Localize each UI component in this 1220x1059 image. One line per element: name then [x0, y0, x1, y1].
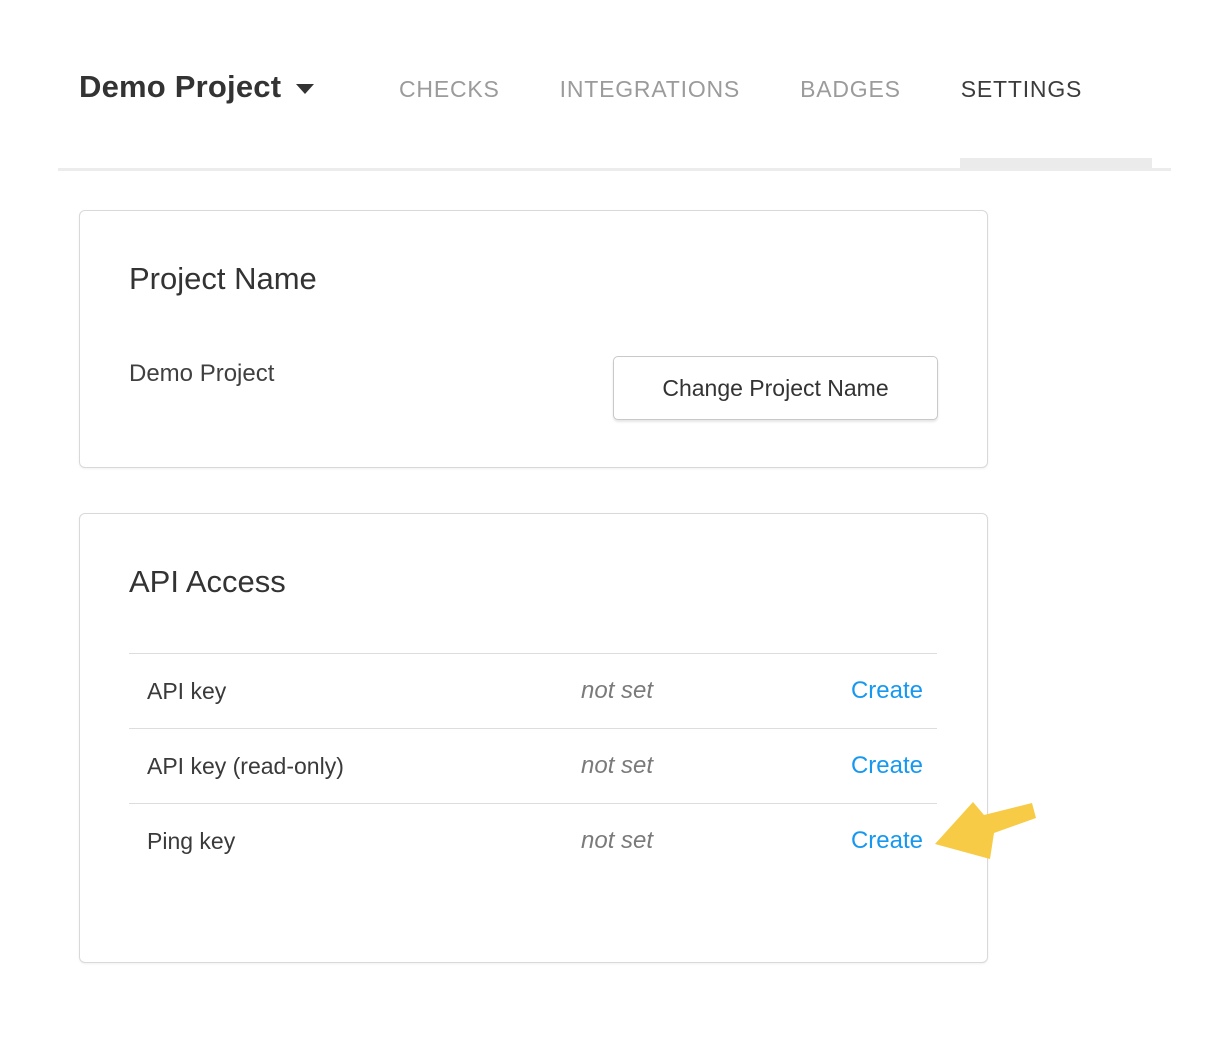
project-title: Demo Project: [79, 69, 281, 105]
api-access-card: API Access API key not set Create API ke…: [79, 513, 988, 963]
top-nav: CHECKS INTEGRATIONS BADGES SETTINGS: [399, 76, 1082, 103]
table-row-api-key-read-only: API key (read-only) not set Create: [129, 728, 937, 803]
api-key-read-only-label: API key (read-only): [129, 753, 344, 780]
tab-settings[interactable]: SETTINGS: [961, 76, 1082, 103]
table-row-ping-key: Ping key not set Create: [129, 803, 937, 878]
ping-key-label: Ping key: [129, 828, 235, 855]
api-key-create-link[interactable]: Create: [851, 677, 923, 705]
tab-integrations[interactable]: INTEGRATIONS: [560, 76, 740, 103]
api-key-read-only-create-link[interactable]: Create: [851, 752, 923, 780]
change-project-name-button[interactable]: Change Project Name: [613, 356, 938, 420]
api-access-card-title: API Access: [129, 566, 286, 597]
table-row-api-key: API key not set Create: [129, 653, 937, 728]
ping-key-create-link[interactable]: Create: [851, 827, 923, 855]
api-key-label: API key: [129, 678, 226, 705]
tab-badges[interactable]: BADGES: [800, 76, 901, 103]
tab-checks[interactable]: CHECKS: [399, 76, 500, 103]
current-project-name: Demo Project: [129, 360, 274, 389]
chevron-down-icon: [296, 84, 314, 94]
project-name-card: Project Name Demo Project Change Project…: [79, 210, 988, 468]
project-name-card-title: Project Name: [129, 263, 317, 294]
api-access-table: API key not set Create API key (read-onl…: [129, 653, 937, 878]
api-key-value: not set: [581, 677, 653, 705]
api-key-read-only-value: not set: [581, 752, 653, 780]
ping-key-value: not set: [581, 827, 653, 855]
header-divider: [58, 168, 1171, 171]
project-switcher[interactable]: Demo Project: [79, 66, 314, 108]
